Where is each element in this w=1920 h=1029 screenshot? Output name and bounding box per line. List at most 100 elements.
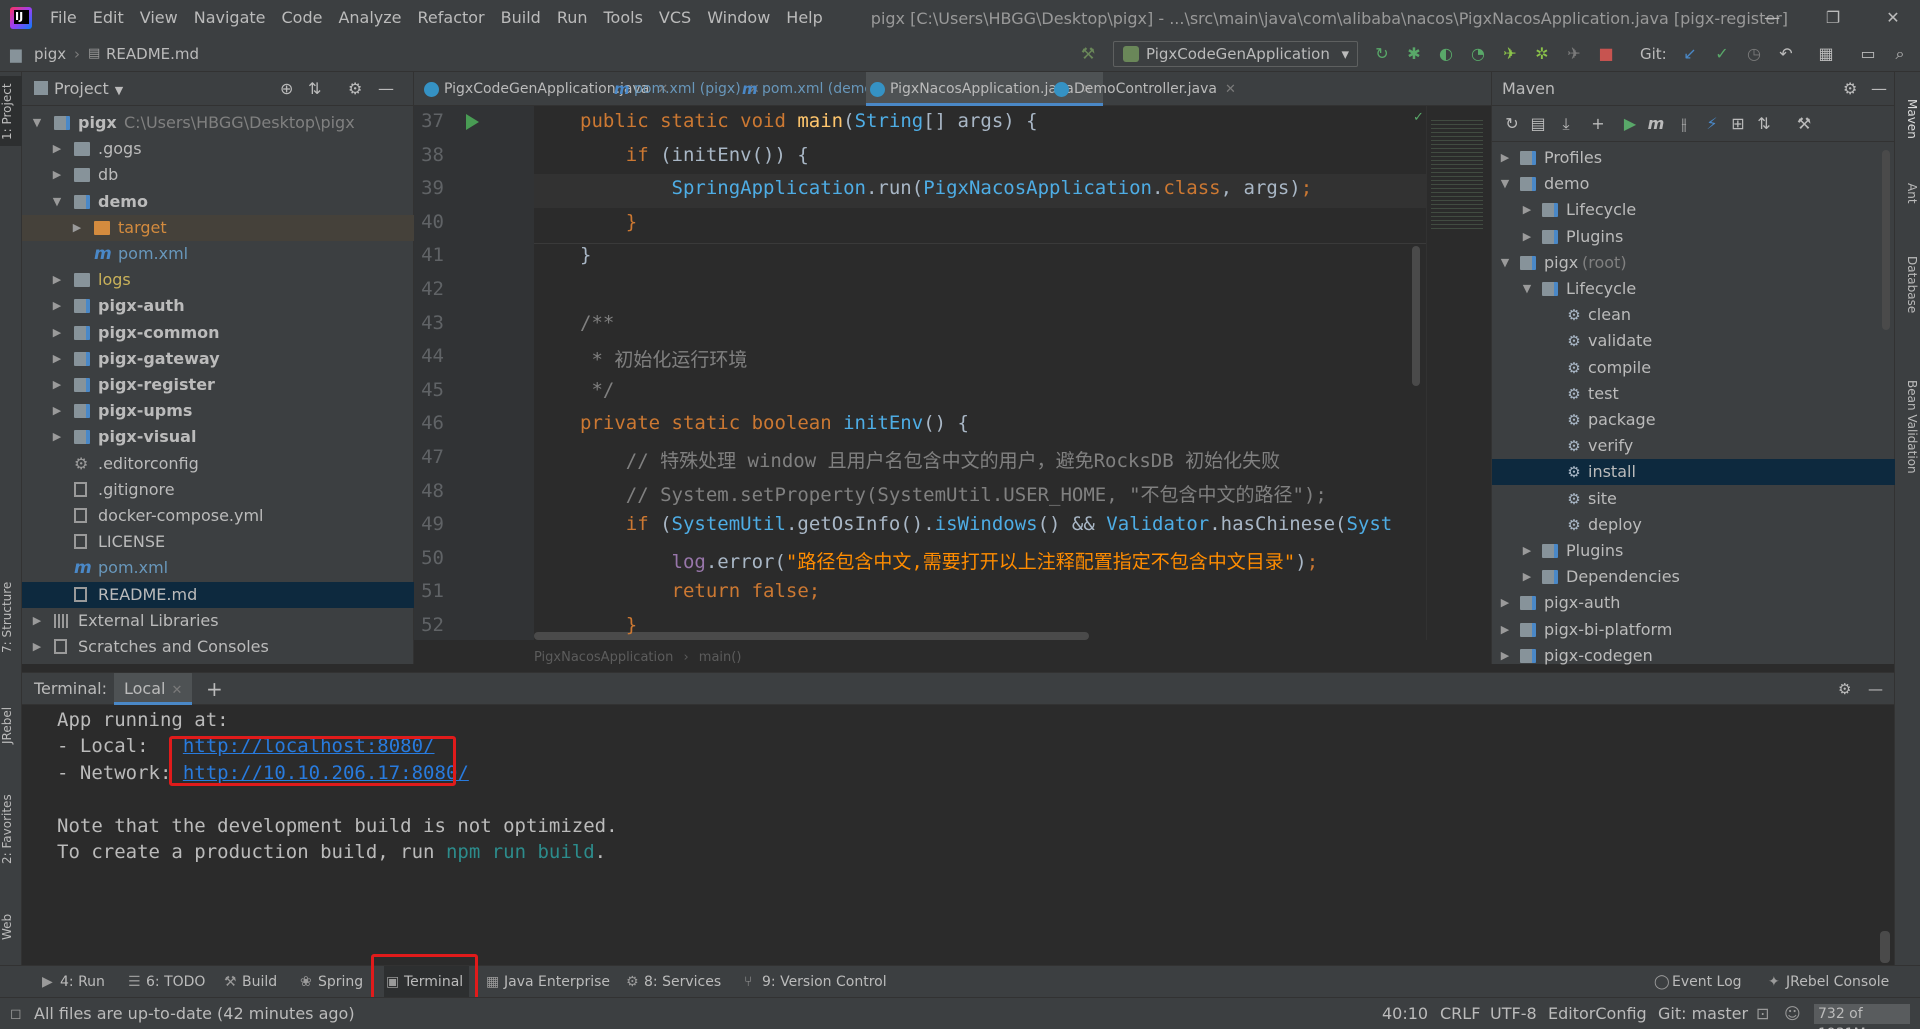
collapsed-arrow-icon[interactable]: ▶ xyxy=(1520,197,1534,223)
project-tree-item[interactable]: .gitignore xyxy=(22,477,414,503)
breadcrumb-project[interactable]: pigx xyxy=(34,36,66,72)
collapsed-arrow-icon[interactable]: ▶ xyxy=(30,608,44,634)
minimize-icon[interactable]: — xyxy=(1742,0,1802,36)
menu-tools[interactable]: Tools xyxy=(596,0,651,36)
git-commit-icon[interactable]: ✓ xyxy=(1712,44,1732,64)
project-tree-item[interactable]: ▶ External Libraries xyxy=(22,608,414,634)
maven-tree-item[interactable]: ▶ pigx-bi-platform xyxy=(1492,617,1895,643)
project-tree-item[interactable]: ▶ .gogs xyxy=(22,136,414,162)
menu-vcs[interactable]: VCS xyxy=(651,0,699,36)
code-editor[interactable]: public static void main(String[] args) {… xyxy=(534,106,1426,640)
run-configuration-select[interactable]: PigxCodeGenApplication xyxy=(1113,41,1358,67)
menu-view[interactable]: View xyxy=(132,0,186,36)
collapsed-arrow-icon[interactable]: ▶ xyxy=(50,293,64,319)
menu-refactor[interactable]: Refactor xyxy=(410,0,493,36)
execute-goal-icon[interactable]: m xyxy=(1646,114,1666,134)
collapsed-arrow-icon[interactable]: ▶ xyxy=(30,634,44,660)
project-tree-item[interactable]: m pom.xml xyxy=(22,241,414,267)
project-tree-item[interactable]: docker-compose.yml xyxy=(22,503,414,529)
collapsed-arrow-icon[interactable]: ▶ xyxy=(1498,643,1512,669)
vertical-scrollbar[interactable] xyxy=(1412,246,1420,386)
collapsed-arrow-icon[interactable]: ▶ xyxy=(1498,617,1512,643)
collapsed-arrow-icon[interactable]: ▶ xyxy=(50,372,64,398)
menu-window[interactable]: Window xyxy=(699,0,778,36)
git-update-icon[interactable]: ↙ xyxy=(1680,44,1700,64)
tool-button-event-log[interactable]: ◯ Event Log xyxy=(1652,966,1742,998)
project-tree-item[interactable]: ▶ pigx-common xyxy=(22,320,414,346)
collapsed-arrow-icon[interactable]: ▶ xyxy=(50,267,64,293)
maven-tree-item[interactable]: ▶ Plugins xyxy=(1492,538,1895,564)
collapsed-arrow-icon[interactable]: ▶ xyxy=(50,320,64,346)
tool-button-4-run[interactable]: ▶ 4: Run xyxy=(40,966,105,998)
inspector-icon[interactable]: ☺ xyxy=(1784,998,1801,1029)
tool-button-build[interactable]: ⚒ Build xyxy=(222,966,277,998)
tool-button-java-enterprise[interactable]: ▦ Java Enterprise xyxy=(484,966,610,998)
project-tree-item[interactable]: LICENSE xyxy=(22,529,414,555)
project-tree-item[interactable]: ▶ db xyxy=(22,162,414,188)
profile-icon[interactable]: ◔ xyxy=(1468,44,1488,64)
build-hammer-icon[interactable]: ⚒ xyxy=(1078,44,1098,64)
project-view-dropdown-icon[interactable]: ▼ xyxy=(115,84,123,97)
tool-button-jrebel-console[interactable]: ✦ JRebel Console xyxy=(1766,966,1889,998)
settings-gear-icon[interactable]: ⚙ xyxy=(348,72,362,106)
maven-tree-item[interactable]: ▼ pigx (root) xyxy=(1492,250,1895,276)
maven-settings-gear-icon[interactable]: ⚙ xyxy=(1843,72,1857,106)
git-rollback-icon[interactable]: ↶ xyxy=(1776,44,1796,64)
rerun-icon[interactable]: ↻ xyxy=(1372,44,1392,64)
breadcrumb-file[interactable]: README.md xyxy=(106,36,199,72)
maven-tree-item[interactable]: ▼ Lifecycle xyxy=(1492,276,1895,302)
tool-button-6-todo[interactable]: ☰ 6: TODO xyxy=(126,966,205,998)
stripe-jrebel[interactable]: JRebel xyxy=(0,698,22,753)
collapsed-arrow-icon[interactable]: ▶ xyxy=(50,346,64,372)
line-separator[interactable]: CRLF xyxy=(1440,998,1480,1029)
reimport-icon[interactable]: ↻ xyxy=(1502,114,1522,134)
project-tree-item[interactable]: ▶ pigx-gateway xyxy=(22,346,414,372)
stripe-favorites[interactable]: 2: Favorites xyxy=(0,784,22,874)
add-maven-project-icon[interactable]: + xyxy=(1588,114,1608,134)
terminal-scrollbar[interactable] xyxy=(1880,931,1890,963)
project-tree-item[interactable]: ▶ Scratches and Consoles xyxy=(22,634,414,660)
collapsed-arrow-icon[interactable]: ▶ xyxy=(70,215,84,241)
maven-tree-item[interactable]: ⚙ test xyxy=(1492,381,1895,407)
hide-panel-icon[interactable]: — xyxy=(378,72,394,106)
maven-tree-item[interactable]: ⚙ package xyxy=(1492,407,1895,433)
tool-button-8-services[interactable]: ⚙ 8: Services xyxy=(624,966,721,998)
jrebel-debug-icon[interactable]: ✲ xyxy=(1532,44,1552,64)
collapsed-arrow-icon[interactable]: ▶ xyxy=(1520,224,1534,250)
maven-tree-item[interactable]: ⚙ site xyxy=(1492,486,1895,512)
terminal-tab-local[interactable]: Local ✕ xyxy=(114,673,193,705)
breadcrumb-method[interactable]: main() xyxy=(699,650,742,665)
locate-file-icon[interactable]: ⊕ xyxy=(280,72,293,106)
project-tree-item[interactable]: README.md xyxy=(22,581,414,608)
maven-tree-item[interactable]: ▶ pigx-auth xyxy=(1492,590,1895,616)
memory-indicator[interactable]: 732 of 1931M xyxy=(1814,1004,1910,1029)
stop-icon[interactable]: ■ xyxy=(1596,44,1616,64)
stripe-bean-validation[interactable]: Bean Validation xyxy=(1897,352,1919,502)
project-tree-item[interactable]: ▼ pigx C:\Users\HBGG\Desktop\pigx xyxy=(22,110,414,136)
presentation-icon[interactable]: ▭ xyxy=(1858,44,1878,64)
collapsed-arrow-icon[interactable]: ▶ xyxy=(50,162,64,188)
menu-analyze[interactable]: Analyze xyxy=(330,0,409,36)
project-panel-title[interactable]: Project xyxy=(54,79,109,98)
git-history-icon[interactable]: ◷ xyxy=(1744,44,1764,64)
expanded-arrow-icon[interactable]: ▼ xyxy=(1498,250,1512,276)
maven-settings-wrench-icon[interactable]: ⚒ xyxy=(1794,114,1814,134)
maven-tree-item[interactable]: ⚙ clean xyxy=(1492,302,1895,328)
code-minimap[interactable]: ✓ xyxy=(1413,106,1491,640)
editor-tab[interactable]: DemoController.java ✕ xyxy=(1050,72,1246,106)
status-message[interactable]: All files are up-to-date (42 minutes ago… xyxy=(34,998,355,1029)
git-branch[interactable]: Git: master xyxy=(1658,998,1748,1029)
skip-tests-icon[interactable]: ⚡ xyxy=(1702,114,1722,134)
collapsed-arrow-icon[interactable]: ▶ xyxy=(1520,538,1534,564)
collapsed-arrow-icon[interactable]: ▶ xyxy=(1498,145,1512,171)
menu-help[interactable]: Help xyxy=(778,0,830,36)
menu-file[interactable]: File xyxy=(42,0,85,36)
stripe-database[interactable]: Database xyxy=(1897,240,1919,330)
project-structure-icon[interactable]: ▦ xyxy=(1816,44,1836,64)
project-tree-item[interactable]: ▶ pigx-visual xyxy=(22,424,414,450)
expanded-arrow-icon[interactable]: ▼ xyxy=(30,110,44,136)
breadcrumb-class[interactable]: PigxNacosApplication xyxy=(534,650,673,665)
collapsed-arrow-icon[interactable]: ▶ xyxy=(50,398,64,424)
maven-tree-item[interactable]: ▶ pigx-codegen xyxy=(1492,643,1895,669)
project-tree-item[interactable]: ▶ target xyxy=(22,214,414,241)
